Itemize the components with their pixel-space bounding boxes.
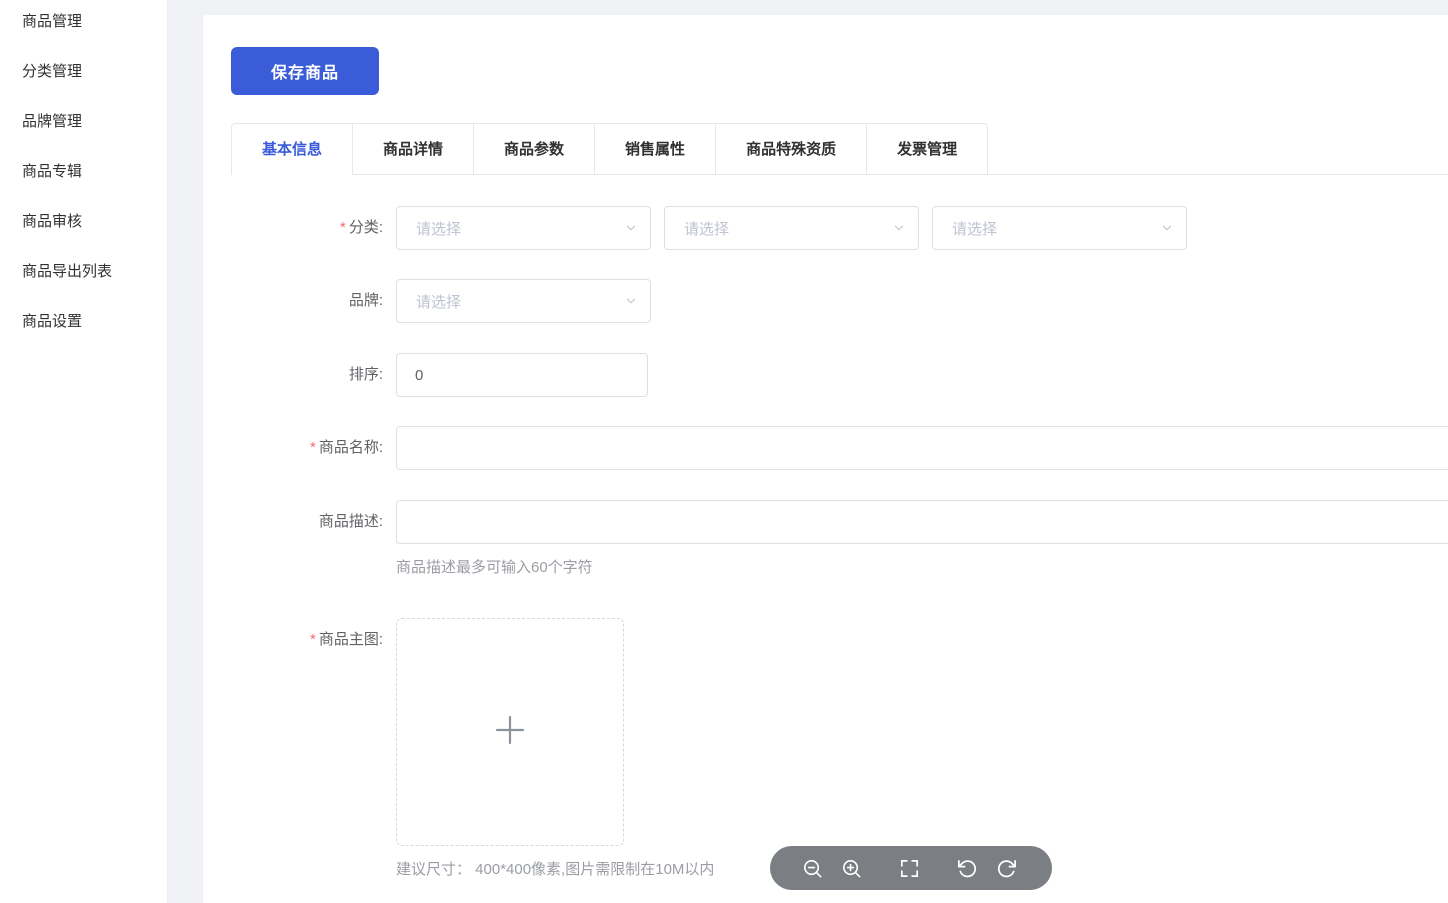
description-input[interactable]	[396, 500, 1448, 544]
zoom-in-icon[interactable]	[840, 857, 863, 880]
required-asterisk: *	[310, 631, 316, 648]
main-image-label: *商品主图:	[203, 618, 396, 662]
main-image-upload[interactable]	[396, 618, 624, 846]
image-viewer-toolbar	[770, 846, 1052, 890]
tab-special-qualifications[interactable]: 商品特殊资质	[715, 124, 866, 175]
form-row-product-name: *商品名称:	[203, 426, 1448, 470]
sidebar-item-brand-management[interactable]: 品牌管理	[0, 97, 167, 147]
category-select-level2[interactable]: 请选择	[664, 206, 919, 250]
product-name-label: *商品名称:	[203, 426, 396, 470]
main-image-hint: 建议尺寸： 400*400像素,图片需限制在10M以内	[396, 860, 714, 880]
form-row-sort: 排序:	[203, 353, 648, 397]
select-placeholder: 请选择	[952, 218, 997, 239]
product-name-input[interactable]	[396, 426, 1448, 470]
tabs-nav: 基本信息 商品详情 商品参数 销售属性 商品特殊资质 发票管理	[231, 123, 988, 175]
tab-product-params[interactable]: 商品参数	[473, 124, 594, 175]
sort-input[interactable]	[396, 353, 648, 397]
form-row-main-image: *商品主图: 建议尺寸： 400*400像素,图片需限制在10M以内	[203, 618, 714, 880]
select-placeholder: 请选择	[416, 291, 461, 312]
sidebar-item-product-export-list[interactable]: 商品导出列表	[0, 247, 167, 297]
category-select-level1[interactable]: 请选择	[396, 206, 651, 250]
product-edit-page: 商品管理 分类管理 品牌管理 商品专辑 商品审核 商品导出列表 商品设置 保存商…	[0, 0, 1448, 903]
required-asterisk: *	[310, 439, 316, 456]
sidebar-menu: 商品管理 分类管理 品牌管理 商品专辑 商品审核 商品导出列表 商品设置	[0, 0, 167, 347]
select-placeholder: 请选择	[684, 218, 729, 239]
chevron-down-icon	[892, 221, 906, 239]
tabs-header: 基本信息 商品详情 商品参数 销售属性 商品特殊资质 发票管理	[231, 123, 1448, 175]
sidebar: 商品管理 分类管理 品牌管理 商品专辑 商品审核 商品导出列表 商品设置	[0, 0, 168, 903]
brand-select[interactable]: 请选择	[396, 279, 651, 323]
zoom-out-icon[interactable]	[801, 857, 824, 880]
tab-sales-attributes[interactable]: 销售属性	[594, 124, 715, 175]
sidebar-item-product-audit[interactable]: 商品审核	[0, 197, 167, 247]
category-select-level3[interactable]: 请选择	[932, 206, 1187, 250]
tab-basic-info[interactable]: 基本信息	[232, 124, 352, 175]
chevron-down-icon	[624, 221, 638, 239]
form-row-brand: 品牌: 请选择	[203, 279, 651, 323]
tab-invoice-management[interactable]: 发票管理	[866, 124, 987, 175]
plus-icon	[494, 714, 526, 750]
fullscreen-icon[interactable]	[898, 857, 921, 880]
main-content-card: 保存商品 基本信息 商品详情 商品参数 销售属性 商品特殊资质 发票管理 *分类…	[203, 15, 1448, 903]
sidebar-item-category-management[interactable]: 分类管理	[0, 47, 167, 97]
save-product-button[interactable]: 保存商品	[231, 47, 379, 95]
sort-label: 排序:	[203, 353, 396, 397]
select-placeholder: 请选择	[416, 218, 461, 239]
brand-label: 品牌:	[203, 279, 396, 323]
sidebar-item-product-settings[interactable]: 商品设置	[0, 297, 167, 347]
tab-product-detail[interactable]: 商品详情	[352, 124, 473, 175]
description-hint: 商品描述最多可输入60个字符	[396, 558, 1448, 578]
category-label: *分类:	[203, 206, 396, 250]
sidebar-item-product-management[interactable]: 商品管理	[0, 0, 167, 47]
required-asterisk: *	[340, 219, 346, 236]
form-row-description: 商品描述: 商品描述最多可输入60个字符	[203, 500, 1448, 578]
form-row-category: *分类: 请选择 请选择 请选择	[203, 206, 1187, 250]
sidebar-item-product-album[interactable]: 商品专辑	[0, 147, 167, 197]
chevron-down-icon	[1160, 221, 1174, 239]
rotate-right-icon[interactable]	[995, 857, 1018, 880]
description-label: 商品描述:	[203, 500, 396, 544]
rotate-left-icon[interactable]	[956, 857, 979, 880]
chevron-down-icon	[624, 294, 638, 312]
